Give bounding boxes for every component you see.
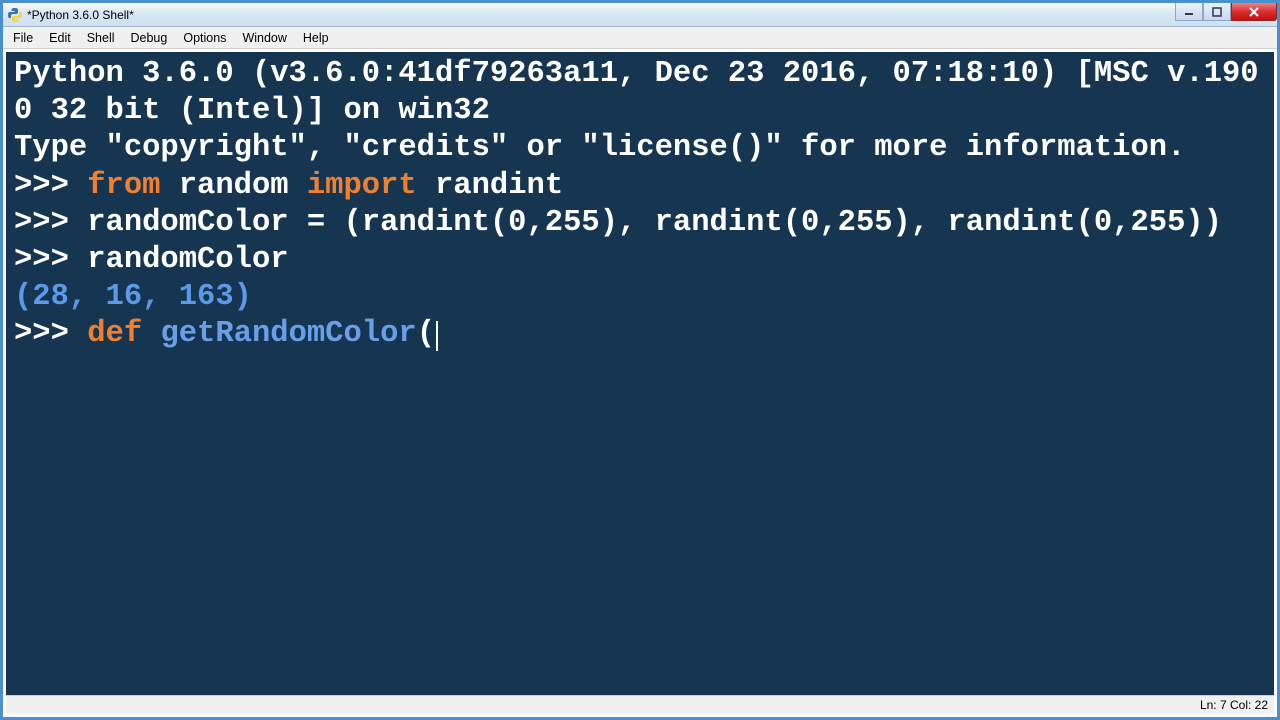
paren: ( — [417, 317, 435, 351]
menubar: File Edit Shell Debug Options Window Hel… — [3, 27, 1277, 49]
menu-debug[interactable]: Debug — [123, 29, 176, 47]
menu-edit[interactable]: Edit — [41, 29, 79, 47]
menu-options[interactable]: Options — [175, 29, 234, 47]
keyword-from: from — [87, 169, 160, 203]
menu-help[interactable]: Help — [295, 29, 337, 47]
maximize-button[interactable] — [1203, 3, 1231, 21]
prompt: >>> — [14, 206, 87, 240]
close-icon — [1248, 7, 1260, 17]
keyword-import: import — [307, 169, 417, 203]
minimize-button[interactable] — [1175, 3, 1203, 21]
cursor-position: Ln: 7 Col: 22 — [1200, 698, 1268, 712]
banner-line-2: Type "copyright", "credits" or "license(… — [14, 131, 1185, 165]
code-line: randomColor = (randint(0,255), randint(0… — [87, 206, 1222, 240]
prompt: >>> — [14, 243, 87, 277]
minimize-icon — [1184, 7, 1194, 17]
shell-output-area[interactable]: Python 3.6.0 (v3.6.0:41df79263a11, Dec 2… — [6, 52, 1274, 695]
statusbar: Ln: 7 Col: 22 — [6, 695, 1274, 714]
titlebar[interactable]: *Python 3.6.0 Shell* — [3, 3, 1277, 27]
code-line: randomColor — [87, 243, 288, 277]
window-title: *Python 3.6.0 Shell* — [27, 8, 134, 22]
banner-line-1: Python 3.6.0 (v3.6.0:41df79263a11, Dec 2… — [14, 57, 1259, 128]
import-name: randint — [417, 169, 563, 203]
output-line: (28, 16, 163) — [14, 280, 252, 314]
menu-file[interactable]: File — [5, 29, 41, 47]
maximize-icon — [1212, 7, 1222, 17]
text-cursor — [436, 321, 438, 352]
window-controls — [1175, 3, 1277, 23]
prompt: >>> — [14, 317, 87, 351]
python-icon — [7, 7, 23, 23]
menu-window[interactable]: Window — [234, 29, 294, 47]
prompt: >>> — [14, 169, 87, 203]
close-button[interactable] — [1231, 3, 1277, 21]
module-name: random — [160, 169, 306, 203]
menu-shell[interactable]: Shell — [79, 29, 123, 47]
function-name: getRandomColor — [160, 317, 416, 351]
space — [142, 317, 160, 351]
keyword-def: def — [87, 317, 142, 351]
